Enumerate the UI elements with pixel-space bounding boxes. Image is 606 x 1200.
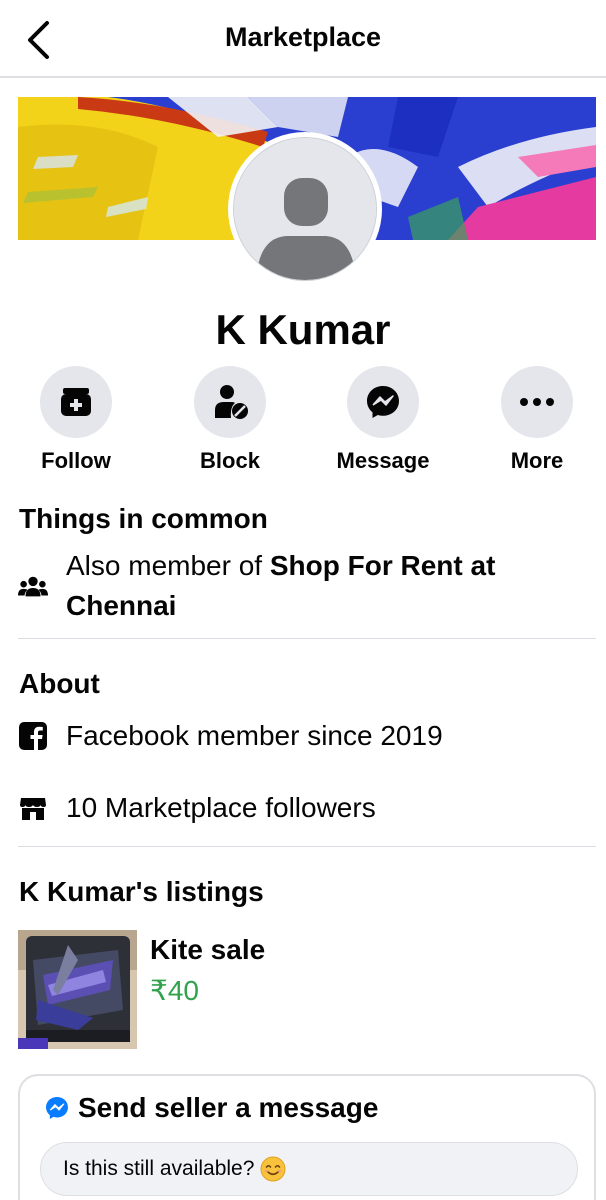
divider bbox=[18, 638, 596, 639]
default-avatar-icon bbox=[234, 138, 376, 280]
profile-name: K Kumar bbox=[215, 306, 391, 353]
common-prefix: Also member of bbox=[66, 550, 270, 581]
divider bbox=[18, 846, 596, 847]
about-heading: About bbox=[19, 668, 100, 699]
followers-row: 10 Marketplace followers bbox=[18, 788, 588, 828]
message-button[interactable]: Message bbox=[323, 366, 443, 474]
listing-thumbnail bbox=[18, 930, 137, 1049]
listing-item[interactable]: Kite sale ₹40 bbox=[18, 930, 578, 1050]
page-title: Marketplace bbox=[224, 22, 382, 52]
listing-price: ₹40 bbox=[150, 975, 199, 1006]
more-label: More bbox=[510, 448, 564, 473]
follow-label: Follow bbox=[41, 448, 111, 473]
message-input[interactable]: Is this still available? bbox=[40, 1142, 578, 1196]
profile-avatar[interactable] bbox=[228, 132, 382, 286]
top-bar: Marketplace bbox=[0, 0, 606, 78]
send-message-card: Send seller a message Is this still avai… bbox=[18, 1074, 596, 1200]
block-user-icon bbox=[215, 385, 248, 419]
send-message-title: Send seller a message bbox=[78, 1092, 379, 1123]
listings-heading: K Kumar's listings bbox=[19, 876, 264, 907]
member-since-text: Facebook member since 2019 bbox=[66, 720, 443, 751]
common-group-text: Also member of Shop For Rent at Chennai bbox=[66, 546, 588, 626]
common-group-row[interactable]: Also member of Shop For Rent at Chennai bbox=[18, 546, 588, 626]
more-button[interactable]: More bbox=[477, 366, 597, 474]
message-input-text: Is this still available? bbox=[63, 1157, 255, 1180]
listing-title: Kite sale bbox=[150, 934, 266, 965]
followers-text: 10 Marketplace followers bbox=[66, 792, 376, 823]
smiling-face-icon bbox=[260, 1156, 286, 1182]
group-members-icon bbox=[18, 572, 48, 602]
profile-actions: Follow Block Message More bbox=[0, 366, 606, 476]
follow-button[interactable]: Follow bbox=[16, 366, 136, 474]
block-button[interactable]: Block bbox=[170, 366, 290, 474]
marketplace-store-icon bbox=[18, 793, 48, 823]
messenger-icon bbox=[46, 1097, 68, 1119]
member-since-row: Facebook member since 2019 bbox=[18, 716, 588, 756]
send-message-header: Send seller a message bbox=[44, 1092, 378, 1124]
things-in-common-heading: Things in common bbox=[19, 503, 268, 534]
more-dots-icon bbox=[520, 398, 554, 406]
block-label: Block bbox=[200, 448, 260, 473]
messenger-icon bbox=[367, 386, 399, 418]
message-label: Message bbox=[336, 448, 430, 473]
facebook-icon bbox=[18, 721, 48, 751]
follow-store-icon bbox=[61, 388, 91, 416]
